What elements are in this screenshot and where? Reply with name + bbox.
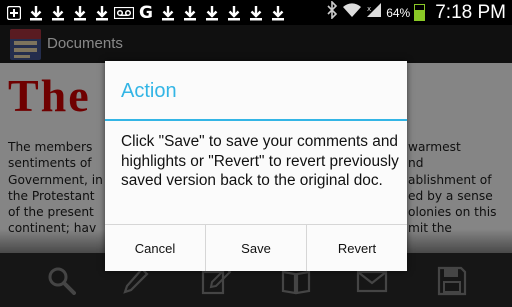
add-icon bbox=[3, 3, 25, 23]
download-icon bbox=[245, 3, 267, 23]
signal-icon: x bbox=[366, 2, 382, 23]
status-indicators: x 64% 7:18 PM bbox=[326, 0, 506, 25]
dialog-divider bbox=[105, 119, 407, 121]
download-icon bbox=[25, 3, 47, 23]
action-dialog: Action Click "Save" to save your comment… bbox=[105, 61, 407, 271]
download-icon bbox=[47, 3, 69, 23]
battery-icon bbox=[414, 4, 426, 21]
download-icon bbox=[157, 3, 179, 23]
download-icon bbox=[69, 3, 91, 23]
download-icon bbox=[91, 3, 113, 23]
download-icon bbox=[201, 3, 223, 23]
download-icon bbox=[223, 3, 245, 23]
voicemail-icon bbox=[113, 3, 135, 23]
dialog-button-bar: Cancel Save Revert bbox=[105, 224, 407, 271]
revert-button[interactable]: Revert bbox=[306, 225, 407, 271]
dialog-title: Action bbox=[121, 80, 177, 102]
notification-icons: G bbox=[3, 2, 289, 23]
cancel-button[interactable]: Cancel bbox=[105, 225, 205, 271]
download-icon bbox=[179, 3, 201, 23]
download-icon bbox=[267, 3, 289, 23]
bluetooth-icon bbox=[326, 0, 338, 24]
wifi-icon bbox=[342, 2, 362, 23]
status-bar: G x 64% 7:18 PM bbox=[0, 0, 512, 25]
svg-text:x: x bbox=[367, 5, 371, 13]
google-icon: G bbox=[139, 2, 153, 23]
clock: 7:18 PM bbox=[435, 1, 506, 23]
battery-percent: 64% bbox=[386, 5, 411, 20]
save-button[interactable]: Save bbox=[205, 225, 306, 271]
dialog-message: Click "Save" to save your comments and h… bbox=[121, 133, 399, 189]
